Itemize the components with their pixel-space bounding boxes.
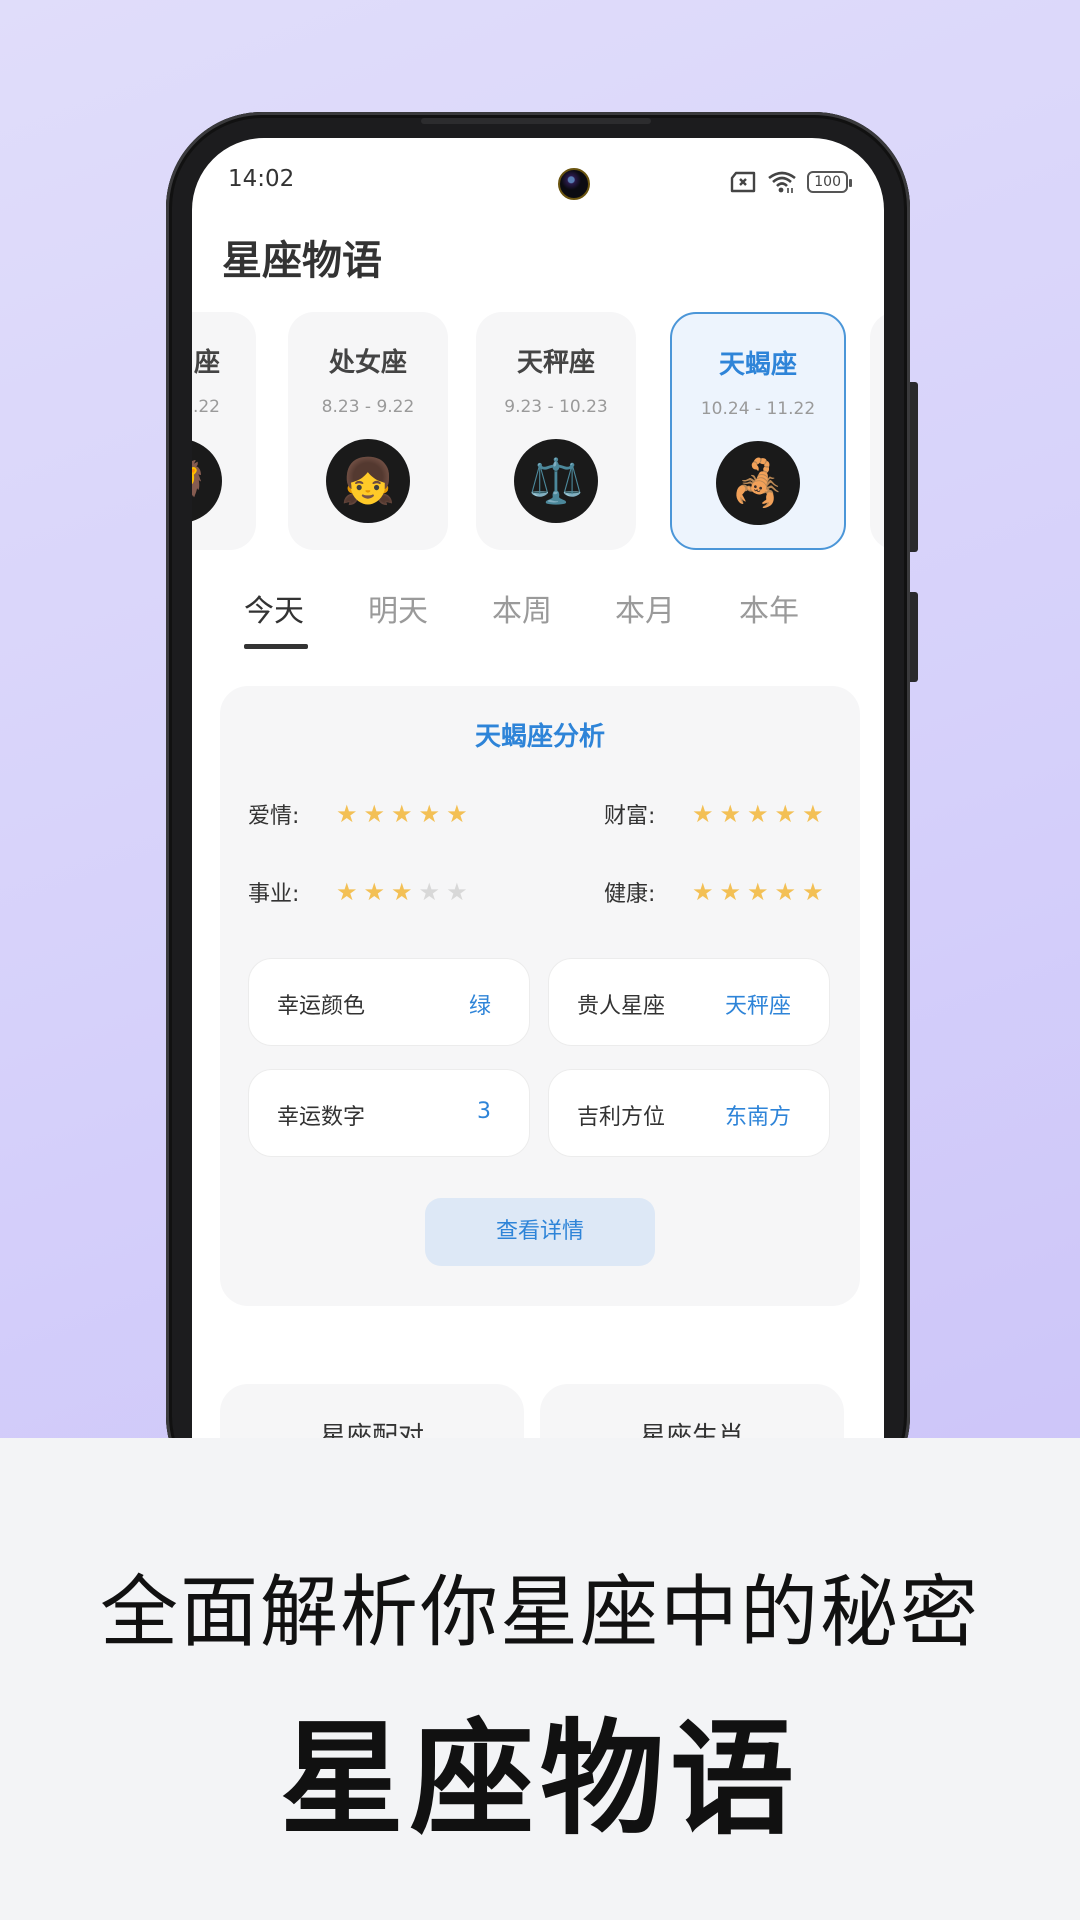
star-rating: ★ ★ ★ ★ ★ [336, 802, 468, 826]
star-filled-icon: ★ [363, 878, 386, 906]
promo-tagline: 全面解析你星座中的秘密 [99, 1568, 980, 1658]
rating-label: 健康: [604, 882, 656, 907]
zodiac-card-next[interactable] [870, 312, 884, 550]
star-filled-icon: ★ [747, 800, 769, 828]
lucky-number-box: 幸运数字 3 [248, 1069, 530, 1157]
rating-career: 事业: ★ ★ ★ ★ ★ [248, 876, 468, 908]
rating-label: 事业: [248, 882, 300, 907]
promo-banner: 全面解析你星座中的秘密 星座物语 [0, 1438, 1080, 1920]
noble-sign-box: 贵人星座 天秤座 [548, 958, 830, 1046]
zodiac-name: 座 [193, 348, 220, 378]
info-key: 幸运数字 [277, 1105, 366, 1130]
tab-today[interactable]: 今天 [244, 586, 304, 630]
zodiac-card-libra[interactable]: 天秤座 9.23 - 10.23 ⚖️ [476, 312, 636, 550]
volume-button [910, 382, 918, 552]
promo-title: 星座物语 [279, 1708, 800, 1852]
star-rating: ★ ★ ★ ★ ★ [336, 880, 468, 904]
info-key: 幸运颜色 [277, 994, 366, 1019]
star-filled-icon: ★ [418, 800, 441, 828]
rating-label: 爱情: [248, 804, 300, 829]
star-filled-icon: ★ [802, 800, 824, 828]
analysis-title: 天蝎座分析 [474, 722, 605, 752]
star-filled-icon: ★ [363, 800, 386, 828]
zodiac-range: 9.23 - 10.23 [504, 397, 608, 417]
tab-month[interactable]: 本月 [615, 586, 675, 630]
star-rating: ★ ★ ★ ★ ★ [692, 880, 824, 904]
virgo-girl-icon: 👧 [326, 439, 410, 523]
lucky-color-box: 幸运颜色 绿 [248, 958, 530, 1046]
front-camera [558, 168, 590, 200]
rating-wealth: 财富: ★ ★ ★ ★ ★ [604, 798, 824, 830]
star-filled-icon: ★ [747, 878, 769, 906]
tab-year[interactable]: 本年 [739, 586, 799, 630]
zodiac-card-scorpio[interactable]: 天蝎座 10.24 - 11.22 🦂 [670, 312, 846, 550]
star-filled-icon: ★ [774, 800, 797, 828]
info-key: 吉利方位 [577, 1105, 666, 1130]
star-filled-icon: ★ [719, 800, 742, 828]
star-filled-icon: ★ [391, 878, 413, 906]
active-tab-indicator [244, 644, 308, 649]
app-title: 星座物语 [222, 238, 382, 284]
analysis-card: 天蝎座分析 爱情: ★ ★ ★ ★ ★ 财富: ★ ★ ★ ★ ★ 事业: ★ ★ ★ ★ ★ 健康: … [220, 686, 860, 1306]
lucky-direction-box: 吉利方位 东南方 [548, 1069, 830, 1157]
tab-tomorrow[interactable]: 明天 [368, 586, 428, 630]
rating-health: 健康: ★ ★ ★ ★ ★ [604, 876, 824, 908]
zodiac-range: 10.24 - 11.22 [700, 399, 816, 419]
battery-icon: 100 [807, 171, 852, 193]
info-value: 东南方 [724, 1105, 791, 1130]
period-tabs: 今天 明天 本周 本月 本年 [244, 586, 864, 656]
libra-scale-icon: ⚖️ [514, 439, 598, 523]
star-filled-icon: ★ [336, 800, 358, 828]
zodiac-card-virgo[interactable]: 处女座 8.23 - 9.22 👧 [288, 312, 448, 550]
zodiac-range: 8.22 [192, 397, 220, 417]
power-button [910, 592, 918, 682]
info-key: 贵人星座 [577, 994, 666, 1019]
phone-frame: 14:02 100 星座物语 座 8. [166, 112, 918, 1538]
sim-off-icon [731, 171, 756, 193]
zodiac-name: 处女座 [328, 348, 407, 378]
star-filled-icon: ★ [802, 878, 824, 906]
star-empty-icon: ★ [418, 878, 441, 906]
zodiac-name: 天蝎座 [718, 350, 797, 380]
zodiac-carousel[interactable]: 座 8.22 🦁 处女座 8.23 - 9.22 👧 天秤座 9.23 - 10… [192, 312, 884, 552]
star-filled-icon: ★ [391, 800, 413, 828]
star-filled-icon: ★ [446, 800, 468, 828]
view-details-button[interactable]: 查看详情 [425, 1198, 655, 1266]
status-bar: 14:02 100 [228, 162, 852, 204]
info-value: 3 [477, 1099, 491, 1124]
zodiac-name: 天秤座 [516, 348, 595, 378]
zodiac-card-leo[interactable]: 座 8.22 🦁 [192, 312, 256, 550]
star-filled-icon: ★ [719, 878, 742, 906]
star-filled-icon: ★ [336, 878, 358, 906]
info-value: 天秤座 [724, 994, 791, 1019]
star-filled-icon: ★ [692, 878, 714, 906]
star-filled-icon: ★ [692, 800, 714, 828]
rating-love: 爱情: ★ ★ ★ ★ ★ [248, 798, 468, 830]
star-empty-icon: ★ [446, 878, 468, 906]
tab-week[interactable]: 本周 [492, 586, 552, 630]
phone-top-edge [421, 118, 651, 124]
lion-icon: 🦁 [192, 439, 222, 523]
status-time: 14:02 [228, 166, 295, 192]
star-filled-icon: ★ [774, 878, 797, 906]
star-rating: ★ ★ ★ ★ ★ [692, 802, 824, 826]
zodiac-range: 8.23 - 9.22 [321, 397, 415, 417]
wifi-icon [768, 171, 797, 193]
info-value: 绿 [468, 994, 491, 1019]
app-screen: 14:02 100 星座物语 座 8. [192, 138, 884, 1538]
rating-label: 财富: [604, 804, 656, 829]
scorpion-icon: 🦂 [716, 441, 800, 525]
